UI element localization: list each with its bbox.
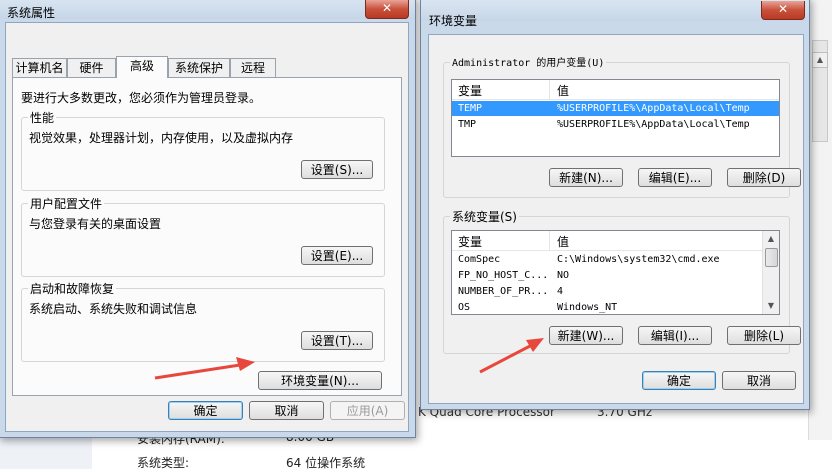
arrow-to-system-new-button: [479, 338, 544, 374]
tab-advanced[interactable]: 高级: [116, 56, 168, 78]
arrow-to-environment-variables-button: [154, 357, 255, 380]
